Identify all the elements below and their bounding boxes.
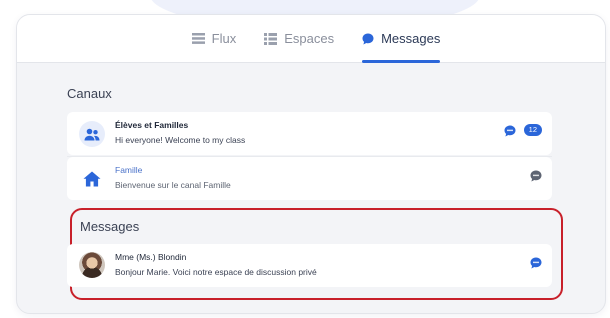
channel-name: Famille bbox=[115, 165, 143, 175]
channel-preview: Bienvenue sur le canal Famille bbox=[115, 180, 231, 190]
tab-bar: Flux Espaces Messages bbox=[17, 15, 605, 63]
group-icon bbox=[79, 121, 105, 147]
spaces-icon bbox=[264, 32, 278, 45]
tab-label: Flux bbox=[211, 31, 237, 46]
chat-dots-icon bbox=[530, 256, 542, 269]
channel-row-eleves-familles[interactable]: Élèves et Familles Hi everyone! Welcome … bbox=[67, 112, 552, 155]
channels-section-title: Canaux bbox=[67, 86, 112, 101]
tab-espaces[interactable]: Espaces bbox=[264, 15, 334, 63]
tab-label: Espaces bbox=[284, 31, 335, 46]
home-icon bbox=[79, 166, 105, 192]
feed-icon bbox=[191, 33, 205, 44]
message-bubble-icon bbox=[362, 33, 374, 45]
chat-dots-icon bbox=[530, 169, 542, 182]
messages-section-title: Messages bbox=[80, 219, 140, 234]
channel-preview: Hi everyone! Welcome to my class bbox=[115, 135, 246, 145]
message-preview: Bonjour Marie. Voici notre espace de dis… bbox=[115, 267, 317, 277]
user-photo-avatar bbox=[79, 252, 105, 278]
unread-count-badge: 12 bbox=[523, 124, 542, 136]
contact-name: Mme (Ms.) Blondin bbox=[115, 252, 187, 262]
tab-flux[interactable]: Flux bbox=[191, 15, 237, 63]
tab-label: Messages bbox=[381, 31, 441, 46]
channel-name: Élèves et Familles bbox=[115, 120, 189, 130]
message-row-blondin[interactable]: Mme (Ms.) Blondin Bonjour Marie. Voici n… bbox=[67, 244, 552, 287]
channel-row-famille[interactable]: Famille Bienvenue sur le canal Famille bbox=[67, 157, 552, 200]
tab-messages[interactable]: Messages bbox=[362, 15, 441, 63]
chat-dots-icon bbox=[504, 124, 516, 137]
